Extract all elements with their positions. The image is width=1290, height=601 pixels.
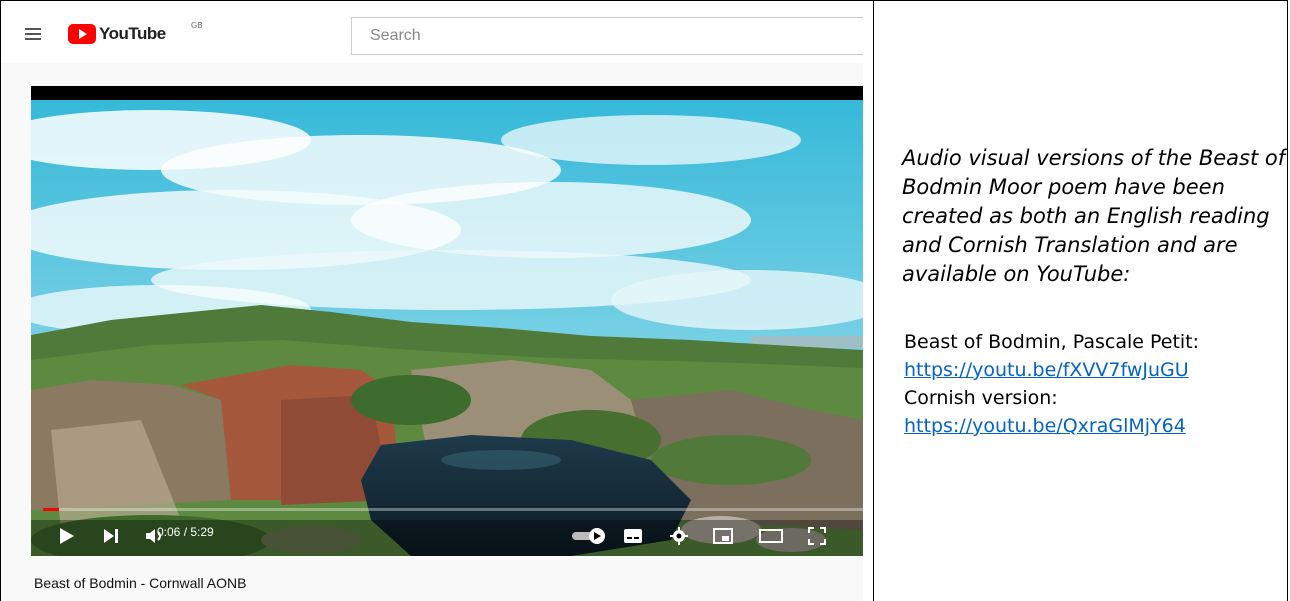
cornish-version-label: Cornish version: [904, 387, 1058, 409]
search-input[interactable]: Search [351, 17, 863, 55]
video-frame[interactable] [31, 100, 863, 556]
menu-icon[interactable] [25, 28, 41, 40]
subtitles-icon[interactable] [621, 516, 645, 556]
screenshot-panel: YouTube GB Search 0:06 / 5:29 Beast of B… [1, 1, 873, 601]
video-landscape-image [31, 100, 863, 556]
next-icon[interactable] [99, 516, 123, 556]
youtube-header: YouTube GB Search [1, 1, 863, 63]
settings-gear-icon[interactable] [667, 516, 691, 556]
youtube-wordmark: YouTube [99, 24, 166, 43]
play-icon[interactable] [55, 516, 79, 556]
region-code: GB [191, 21, 203, 30]
video-player[interactable] [31, 86, 863, 556]
player-controls [31, 516, 863, 556]
video-title[interactable]: Beast of Bodmin - Cornwall AONB [34, 575, 246, 591]
miniplayer-icon[interactable] [711, 516, 735, 556]
fullscreen-icon[interactable] [805, 516, 829, 556]
video-progress-fill [43, 508, 59, 511]
video-time-display: 0:06 / 5:29 [157, 525, 214, 539]
english-version-label: Beast of Bodmin, Pascale Petit: [904, 331, 1200, 353]
video-progress-bar[interactable] [43, 508, 863, 511]
theater-mode-icon[interactable] [757, 516, 785, 556]
autoplay-toggle-icon[interactable] [571, 516, 607, 556]
youtube-play-logo-icon [68, 24, 96, 44]
english-version-link[interactable]: https://youtu.be/fXVV7fwJuGU [904, 356, 1189, 384]
cornish-version-link[interactable]: https://youtu.be/QxraGlMjY64 [904, 412, 1186, 440]
youtube-logo[interactable]: YouTube GB [68, 21, 203, 44]
text-panel: Audio visual versions of the Beast of Bo… [874, 0, 1288, 601]
description-text: Audio visual versions of the Beast of Bo… [902, 146, 1286, 286]
